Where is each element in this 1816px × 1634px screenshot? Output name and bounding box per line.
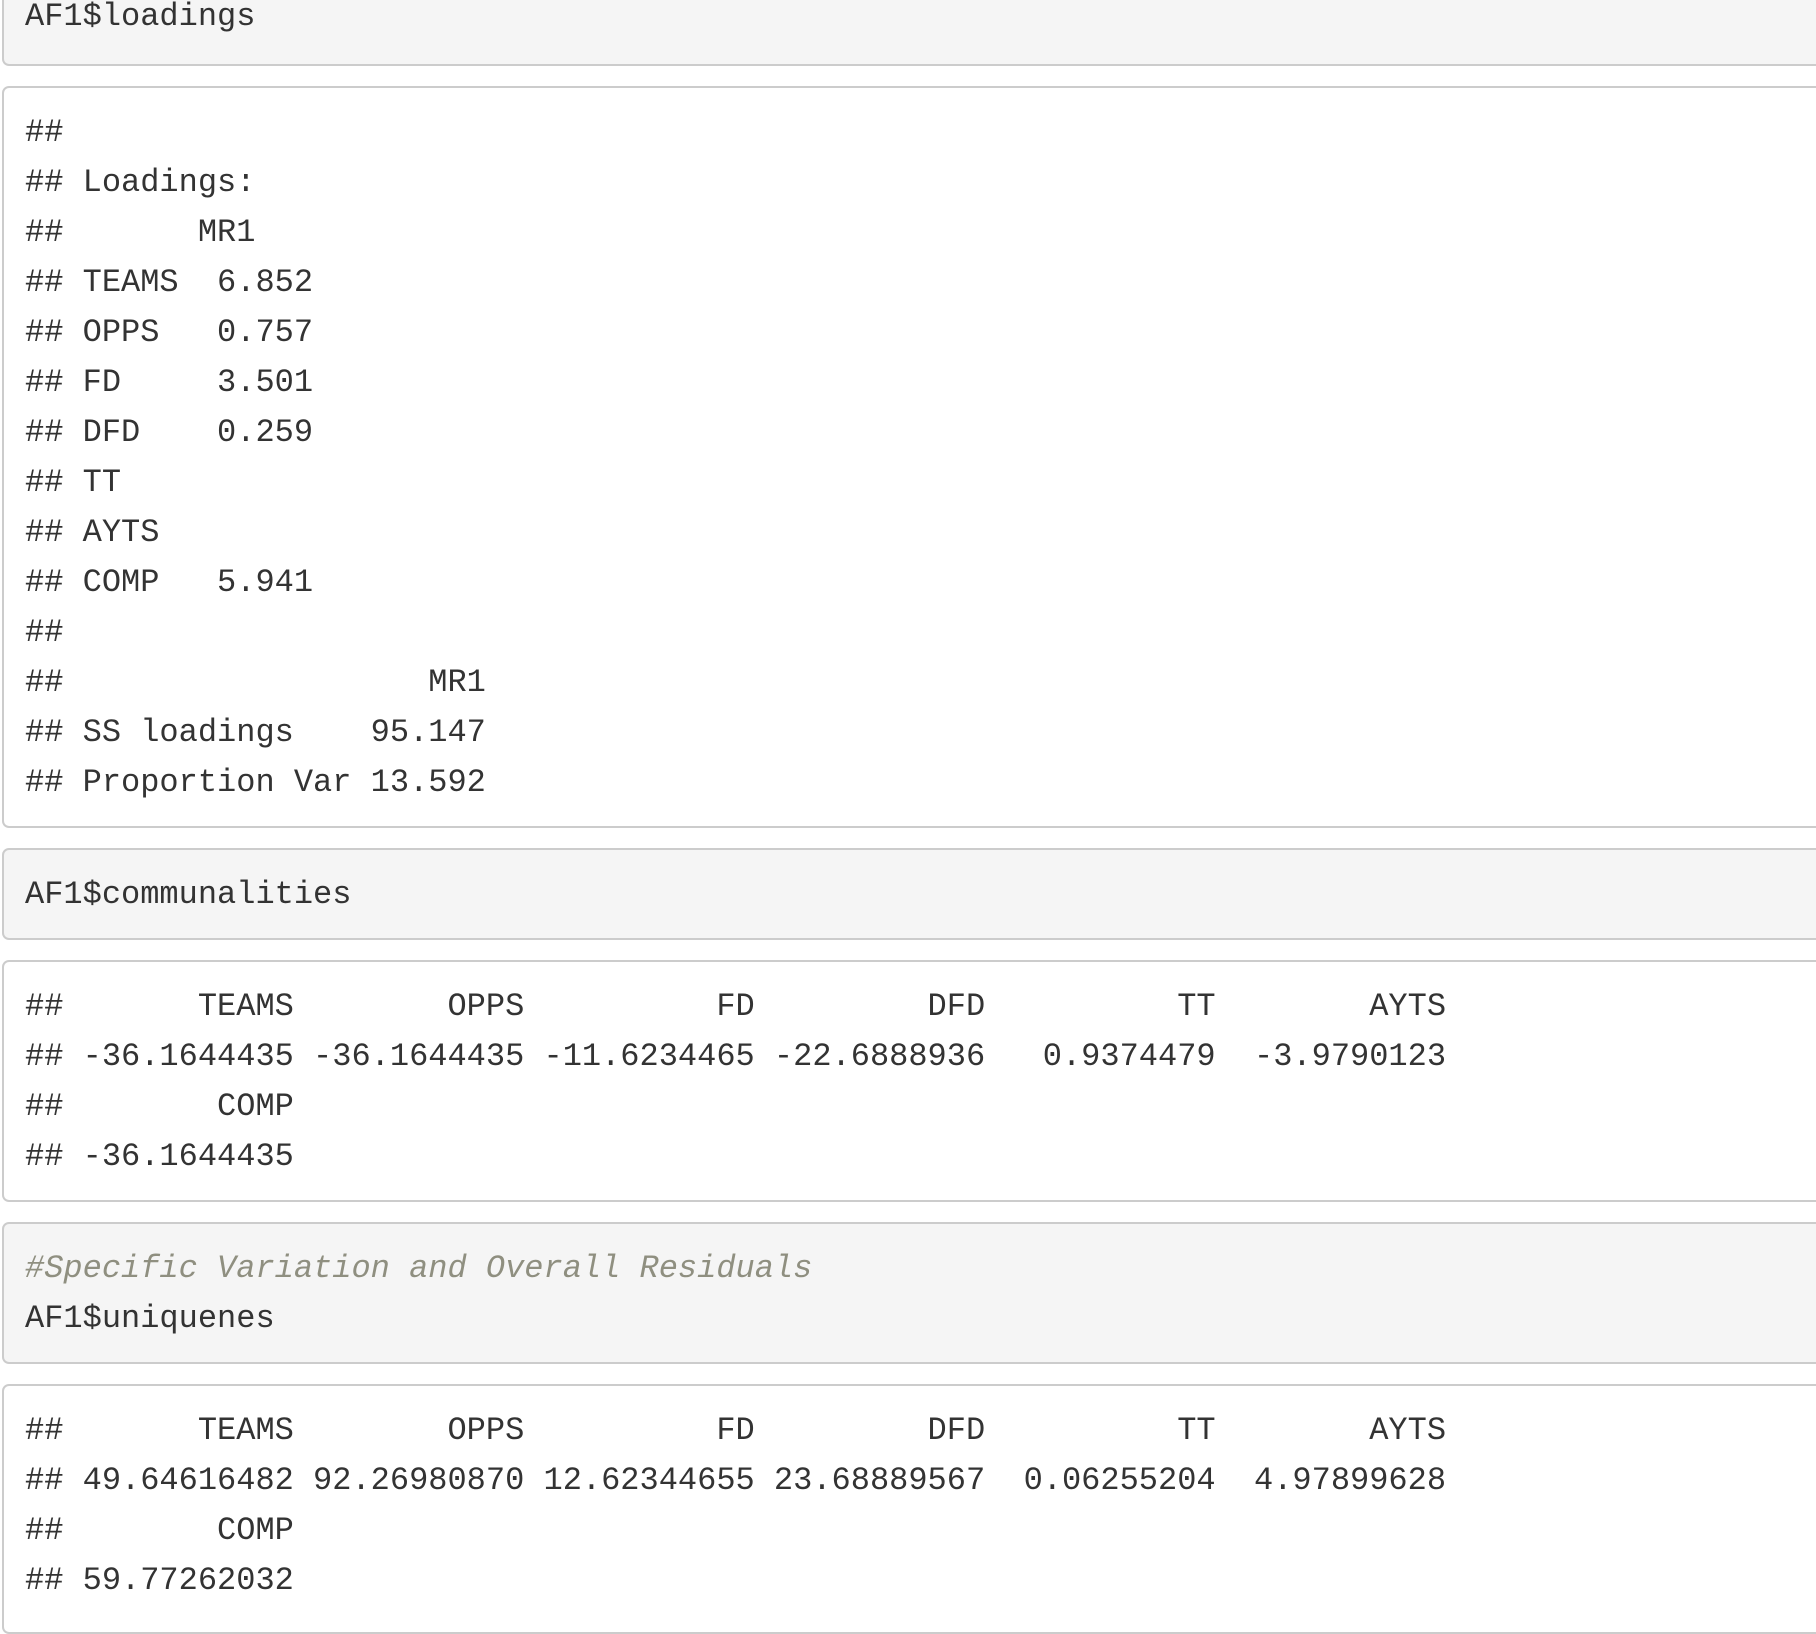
output-line: ## MR1 <box>25 664 486 701</box>
output-line: ## FD 3.501 <box>25 364 314 401</box>
code-line: AF1$communalities <box>25 876 352 913</box>
output-line: ## TEAMS OPPS FD DFD TT AYTS <box>25 1412 1447 1449</box>
output-line: ## OPPS 0.757 <box>25 314 314 351</box>
output-line: ## COMP 5.941 <box>25 564 314 601</box>
output-line: ## COMP <box>25 1512 294 1549</box>
output-line: ## AYTS <box>25 514 160 551</box>
output-line: ## 49.64616482 92.26980870 12.62344655 2… <box>25 1462 1447 1499</box>
output-line: ## Loadings: <box>25 164 256 201</box>
output-line: ## MR1 <box>25 214 256 251</box>
output-lines: ## TEAMS OPPS FD DFD TT AYTS ## -36.1644… <box>25 982 1446 1182</box>
code-chunk-communalities: AF1$communalities <box>2 848 1816 940</box>
output-line: ## Proportion Var 13.592 <box>25 764 486 801</box>
output-chunk-uniquenes: ## TEAMS OPPS FD DFD TT AYTS ## 49.64616… <box>2 1384 1816 1634</box>
output-line: ## 59.77262032 <box>25 1562 294 1599</box>
output-line: ## <box>25 114 64 151</box>
code-line: AF1$loadings <box>25 0 256 35</box>
output-line: ## TEAMS OPPS FD DFD TT AYTS <box>25 988 1447 1025</box>
code-lines: #Specific Variation and Overall Residual… <box>25 1244 812 1344</box>
output-lines: ## ## Loadings: ## MR1 ## TEAMS 6.852 ##… <box>25 108 486 808</box>
output-line: ## SS loadings 95.147 <box>25 714 486 751</box>
output-line: ## TT <box>25 464 122 501</box>
output-chunk-communalities: ## TEAMS OPPS FD DFD TT AYTS ## -36.1644… <box>2 960 1816 1202</box>
code-chunk-uniquenes: #Specific Variation and Overall Residual… <box>2 1222 1816 1364</box>
output-chunk-loadings: ## ## Loadings: ## MR1 ## TEAMS 6.852 ##… <box>2 86 1816 828</box>
output-line: ## <box>25 614 64 651</box>
code-comment: #Specific Variation and Overall Residual… <box>25 1250 813 1287</box>
output-line: ## TEAMS 6.852 <box>25 264 314 301</box>
output-line: ## -36.1644435 <box>25 1138 294 1175</box>
code-lines: AF1$loadings <box>25 0 255 42</box>
output-line: ## COMP <box>25 1088 294 1125</box>
code-line: AF1$uniquenes <box>25 1300 275 1337</box>
code-lines: AF1$communalities <box>25 870 351 920</box>
output-line: ## -36.1644435 -36.1644435 -11.6234465 -… <box>25 1038 1447 1075</box>
output-lines: ## TEAMS OPPS FD DFD TT AYTS ## 49.64616… <box>25 1406 1446 1606</box>
code-chunk-loadings: AF1$loadings <box>2 0 1816 66</box>
output-line: ## DFD 0.259 <box>25 414 314 451</box>
